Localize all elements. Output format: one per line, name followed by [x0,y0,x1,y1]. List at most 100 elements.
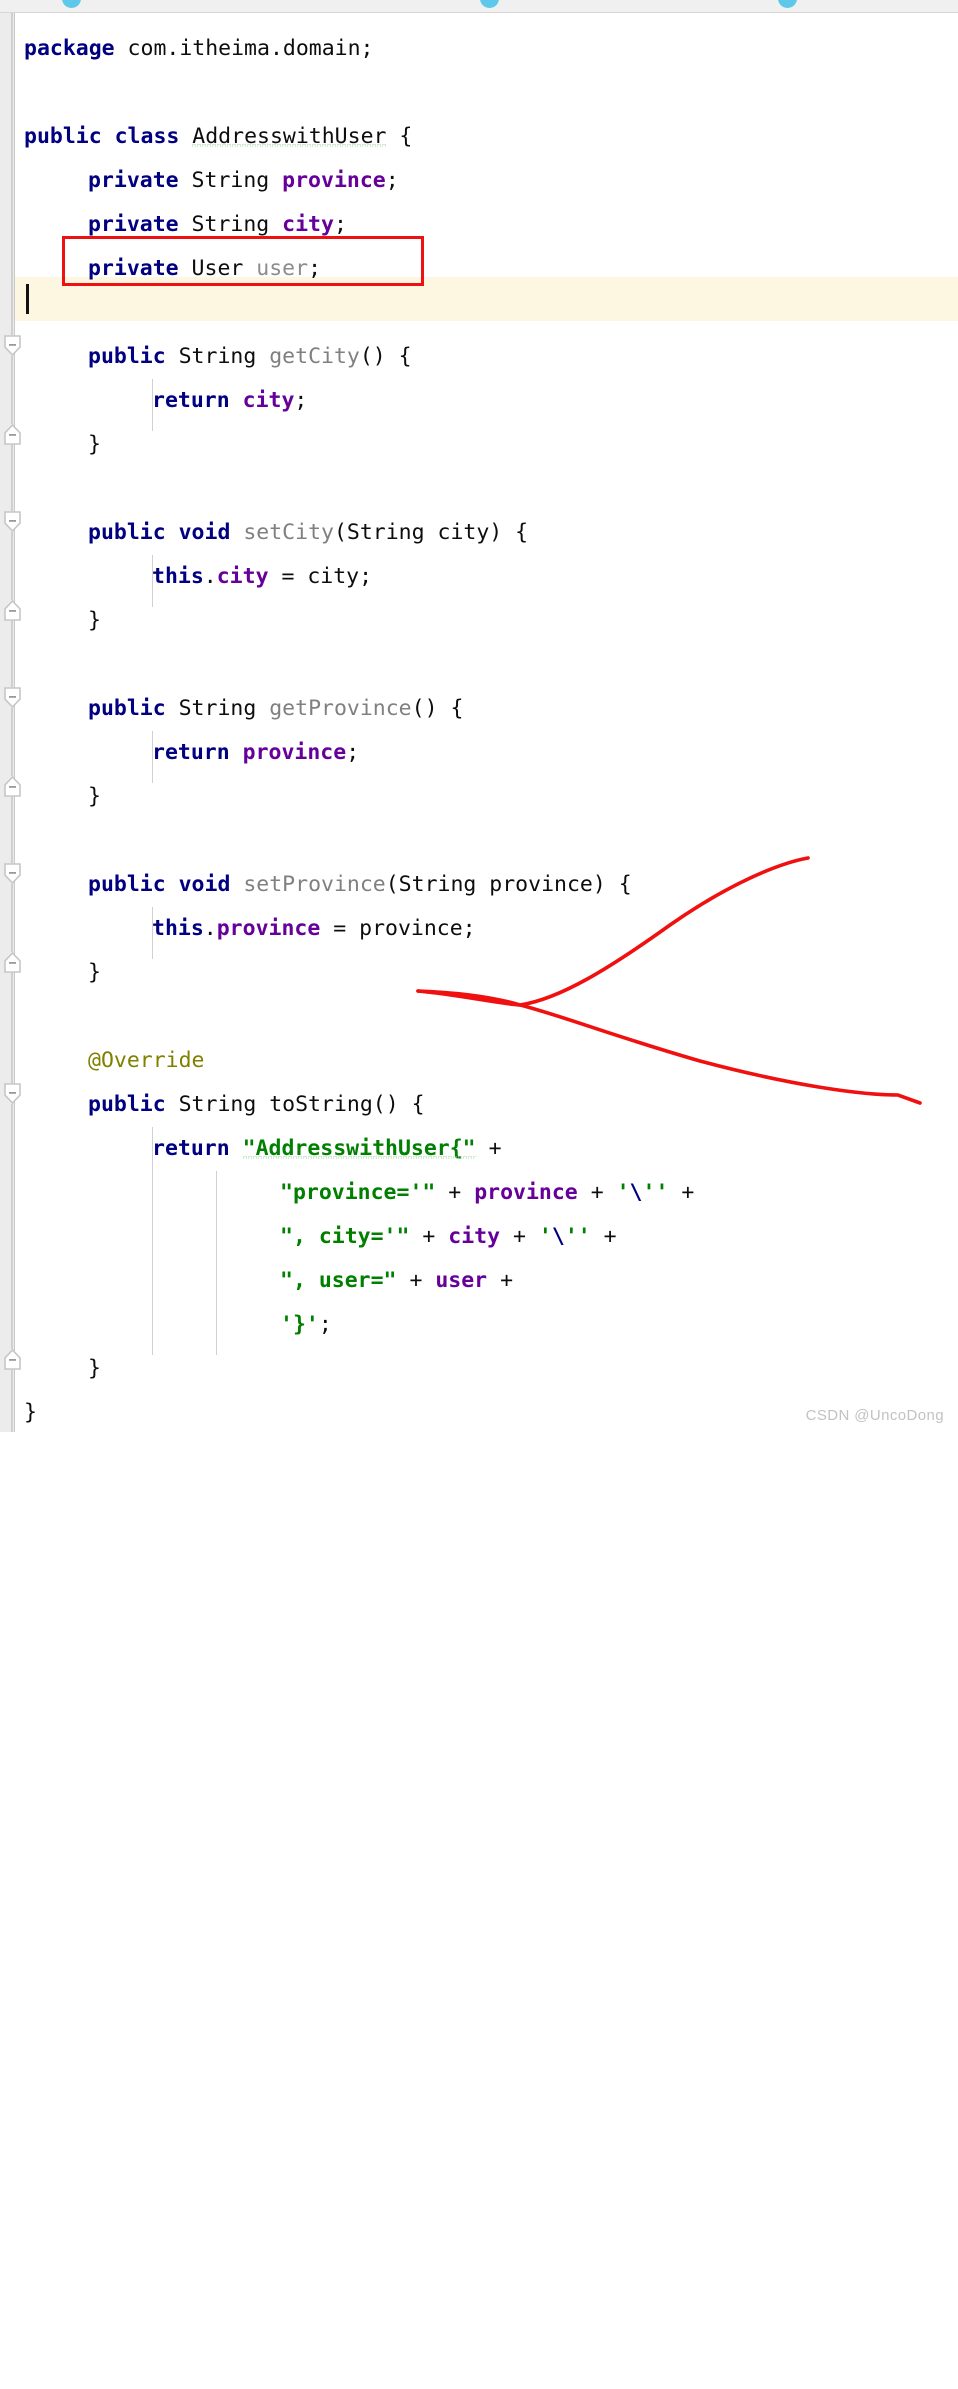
token-text: + [577,1180,617,1205]
code-line[interactable]: public void setProvince(String province)… [88,863,632,907]
token-field: city [448,1224,501,1249]
token-text: + [396,1268,436,1293]
token-text: + [500,1224,539,1249]
token-field: province [474,1180,578,1205]
token-method-name: getCity [269,344,360,369]
token-string: ", city='" [280,1224,410,1249]
token-char: '}' [280,1312,319,1337]
token-text: (String city) { [333,520,529,545]
token-keyword: public [88,696,166,721]
token-text: String [165,696,270,721]
token-char: '' [642,1180,669,1205]
token-text: + [475,1136,502,1161]
token-method-name: getProvince [269,696,412,721]
token-escape: \ [629,1180,643,1205]
code-line[interactable]: @Override [88,1039,205,1083]
token-field: province [242,740,347,765]
toolbar-circle-icon-3[interactable] [778,0,797,8]
code-line[interactable]: } [88,775,101,819]
token-class-name: AddresswithUser [192,124,387,149]
token-escape: \ [551,1224,565,1249]
token-text: } [24,1400,37,1425]
token-text: { [386,124,413,149]
token-keyword: public void [88,872,231,897]
token-keyword: public [88,1092,166,1117]
token-text: com.itheima.domain; [114,36,374,61]
token-text: + [487,1268,514,1293]
token-text: = province; [320,916,476,941]
token-keyword: public void [88,520,231,545]
code-line[interactable]: private String province; [88,159,399,203]
code-line[interactable]: this.province = province; [152,907,476,951]
token-text: . [203,564,217,589]
code-line[interactable]: return province; [152,731,359,775]
code-line[interactable]: this.city = city; [152,555,372,599]
code-line[interactable]: public String toString() { [88,1083,425,1127]
token-text: + [668,1180,695,1205]
code-line[interactable]: ", city='" + city + '\'' + [280,1215,617,1259]
token-text: String toString() { [165,1092,425,1117]
code-line[interactable]: '}'; [280,1303,332,1347]
token-text: String [178,212,283,237]
token-keyword: private [88,212,179,237]
token-annotation: @Override [88,1048,205,1073]
code-line[interactable]: } [88,1347,101,1391]
token-text: (String province) { [385,872,632,897]
token-text: ; [294,388,308,413]
code-line[interactable]: } [88,423,101,467]
token-field: city [282,212,334,237]
token-text: } [88,784,101,809]
token-char: ' [616,1180,630,1205]
token-keyword: public [88,344,166,369]
token-field: user [435,1268,488,1293]
code-line[interactable]: package com.itheima.domain; [24,27,374,71]
token-text: } [88,432,101,457]
token-char: '' [564,1224,591,1249]
token-text: ; [385,168,399,193]
code-line[interactable]: public class AddresswithUser { [24,115,412,159]
token-field: province [282,168,386,193]
token-text: + [590,1224,617,1249]
token-string: "AddresswithUser{" [242,1136,476,1161]
code-line[interactable]: ", user=" + user + [280,1259,513,1303]
code-line[interactable]: } [88,951,101,995]
token-text: + [435,1180,475,1205]
code-line[interactable]: public String getProvince() { [88,687,463,731]
code-content[interactable]: package com.itheima.domain; public class… [0,13,958,1432]
token-keyword: private [88,168,179,193]
code-line[interactable]: return "AddresswithUser{" + [152,1127,502,1171]
code-line[interactable]: "province='" + province + '\'' + [280,1171,694,1215]
token-text: = city; [268,564,373,589]
token-string: "province='" [280,1180,436,1205]
token-text: . [203,916,217,941]
code-line[interactable]: return city; [152,379,307,423]
code-line[interactable]: } [88,599,101,643]
code-line[interactable]: public String getCity() { [88,335,412,379]
token-keyword: package [24,36,115,61]
token-keyword: public class [24,124,180,149]
token-string: ", user=" [280,1268,397,1293]
token-keyword: return [152,1136,230,1161]
code-line[interactable]: public void setCity(String city) { [88,511,528,555]
token-keyword: this [152,916,204,941]
token-char: ' [538,1224,552,1249]
token-method-name: setProvince [243,872,386,897]
token-text: () { [411,696,464,721]
code-editor[interactable]: package com.itheima.domain; public class… [0,13,958,1432]
toolbar-circle-icon-2[interactable] [480,0,499,8]
token-text: } [88,1356,101,1381]
csdn-watermark: CSDN @UncoDong [805,1407,944,1424]
code-line[interactable]: } [24,1391,37,1435]
token-keyword: return [152,388,230,413]
token-method-name: setCity [243,520,334,545]
annotation-red-box [62,236,424,286]
token-text: ; [318,1312,332,1337]
toolbar-circle-icon-1[interactable] [62,0,81,8]
editor-toolbar [0,0,958,13]
